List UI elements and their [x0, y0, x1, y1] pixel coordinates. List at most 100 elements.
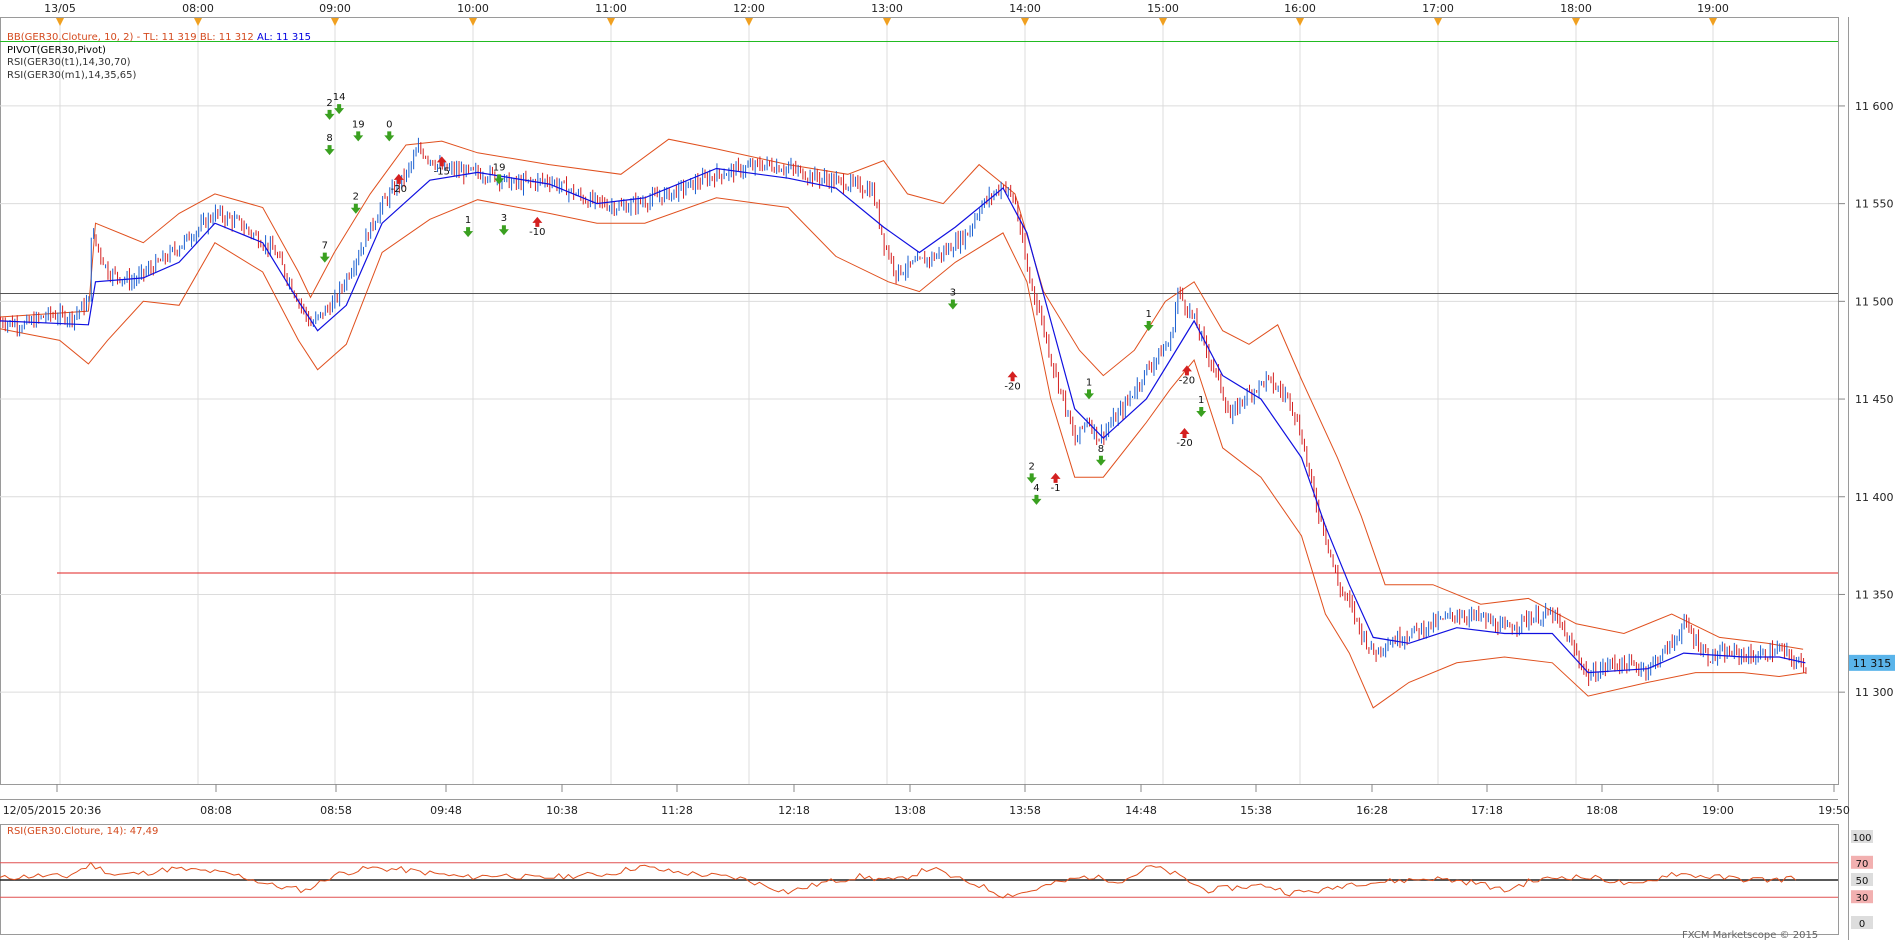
bb-legend-tl: TL: 11 319 — [143, 32, 197, 43]
signal-label: -20 — [391, 184, 407, 195]
signal-label: 1 — [1198, 395, 1204, 406]
sell-arrow-icon — [393, 173, 404, 184]
chart-svg: 14219 08-15 19-2021 3-10731-20-20 11-20824 -1… — [0, 2, 1895, 940]
sell-arrow-icon — [532, 216, 543, 227]
signal-label: 1 — [1086, 377, 1092, 388]
signal-label: 2 — [326, 98, 332, 109]
signal-label: 3 — [950, 287, 956, 298]
grid-layer — [0, 18, 1838, 784]
buy-arrow-icon — [324, 145, 335, 156]
signal-label: -20 — [1176, 438, 1192, 449]
signal-label: 1 — [465, 215, 471, 226]
bb-legend-name: BB(GER30.Cloture, 10, 2) - — [7, 32, 141, 43]
session-marker-icon — [745, 18, 753, 26]
rsi-level-label: 100 — [1852, 833, 1871, 844]
bottom-axis-label: 08:58 — [320, 804, 352, 817]
session-marker-icon — [1021, 18, 1029, 26]
bollinger-layer — [0, 138, 1806, 709]
bottom-axis-label: 19:00 — [1702, 804, 1734, 817]
top-axis-label: 09:00 — [319, 2, 351, 15]
top-axis-label: 12:00 — [733, 2, 765, 15]
bottom-axis-label: 17:18 — [1471, 804, 1503, 817]
top-axis-label: 19:00 — [1697, 2, 1729, 15]
bottom-axis-label: 18:08 — [1586, 804, 1618, 817]
chart-root: 14 2 19 0 8 -15 19 -20 2 1 3 -10 7 3 1 -20 -20 1 1 -20 8 2 4 -1… — [0, 0, 1903, 941]
y-tick-label: 11 550 — [1855, 198, 1894, 211]
signal-label: 4 — [1033, 483, 1039, 494]
top-axis-label: 14:00 — [1009, 2, 1041, 15]
y-tick-label: 11 300 — [1855, 686, 1894, 699]
sell-arrow-icon — [1179, 427, 1190, 438]
signal-label: 8 — [326, 133, 332, 144]
price-badge-label: 11 315 — [1853, 657, 1892, 670]
buy-arrow-icon — [1095, 455, 1106, 466]
buy-arrow-icon — [353, 131, 364, 142]
signal-label: 8 — [1098, 444, 1104, 455]
session-marker-icon — [1709, 18, 1717, 26]
top-axis-label: 08:00 — [182, 2, 214, 15]
bottom-axis-label: 16:28 — [1356, 804, 1388, 817]
sell-arrow-icon — [1050, 472, 1061, 483]
session-marker-icon — [469, 18, 477, 26]
session-marker-icon — [1296, 18, 1304, 26]
buy-arrow-icon — [1084, 389, 1094, 400]
buy-arrow-icon — [498, 225, 509, 236]
rsi-level-label: 30 — [1856, 893, 1869, 904]
rsi-panel-legend: RSI(GER30.Cloture, 14): 47,49 — [7, 826, 159, 837]
signal-label: -10 — [529, 227, 545, 238]
session-marker-icon — [607, 18, 615, 26]
bb-legend: BB(GER30.Cloture, 10, 2) - TL: 11 319 BL… — [7, 32, 311, 44]
y-tick-label: 11 400 — [1855, 491, 1894, 504]
top-axis-label: 16:00 — [1284, 2, 1316, 15]
sell-arrow-icon — [1007, 371, 1018, 382]
top-axis-label: 10:00 — [457, 2, 489, 15]
rsi-m1-legend: RSI(GER30(m1),14,35,65) — [7, 70, 137, 81]
top-axis-label: 13:00 — [871, 2, 903, 15]
signal-label: -15 — [434, 166, 450, 177]
bottom-axis-label: 10:38 — [546, 804, 578, 817]
session-marker-icon — [1572, 18, 1580, 26]
levels-layer — [0, 40, 1838, 574]
signal-label: 7 — [322, 241, 328, 252]
session-marker-icon — [194, 18, 202, 26]
top-axis-label: 13/05 — [44, 2, 76, 15]
session-marker-icon — [1434, 18, 1442, 26]
candles-layer — [0, 137, 1807, 687]
rsi-level-label: 50 — [1856, 876, 1869, 887]
session-marker-icon — [331, 18, 339, 26]
signal-label: 1 — [1146, 309, 1152, 320]
bottom-axis-label: 09:48 — [430, 804, 462, 817]
rsi-level-label: 0 — [1859, 919, 1865, 930]
buy-arrow-icon — [384, 131, 395, 142]
bb-legend-bl: BL: 11 312 — [199, 32, 254, 43]
signals-layer: 14219 08-15 19-2021 3-10731-20-20 11-20824 -1 — [319, 92, 1207, 505]
pivot-legend: PIVOT(GER30,Pivot) — [7, 45, 106, 56]
bb-legend-al: AL: 11 315 — [256, 32, 311, 43]
bottom-axis-label: 12/05/2015 20:36 — [3, 804, 102, 817]
y-tick-label: 11 350 — [1855, 588, 1894, 601]
signal-label: 2 — [1028, 461, 1034, 472]
bottom-axis-label: 13:08 — [894, 804, 926, 817]
price-panel-frame — [0, 17, 1839, 785]
sell-arrow-icon — [1181, 365, 1192, 376]
axes-layer: 11 60011 55011 50011 45011 40011 35011 3… — [3, 2, 1895, 817]
y-tick-label: 11 450 — [1855, 393, 1894, 406]
bottom-axis-label: 15:38 — [1240, 804, 1272, 817]
top-axis-label: 15:00 — [1147, 2, 1179, 15]
y-tick-label: 11 500 — [1855, 295, 1894, 308]
bottom-axis-label: 08:08 — [200, 804, 232, 817]
bottom-axis-label: 14:48 — [1125, 804, 1157, 817]
bottom-axis-label: 12:18 — [778, 804, 810, 817]
bottom-axis-label: 19:50 — [1818, 804, 1850, 817]
session-marker-icon — [883, 18, 891, 26]
rsi-layer: 100 70 50 30 0 — [0, 830, 1873, 930]
rsi-t1-legend: RSI(GER30(t1),14,30,70) — [7, 57, 131, 68]
buy-arrow-icon — [319, 252, 330, 263]
buy-arrow-icon — [463, 227, 474, 238]
top-axis-label: 17:00 — [1422, 2, 1454, 15]
signal-label: -20 — [1179, 375, 1195, 386]
bottom-axis-label: 11:28 — [661, 804, 693, 817]
signal-label: 19 — [352, 119, 365, 130]
signal-label: 2 — [353, 192, 359, 203]
rsi-level-label: 70 — [1856, 859, 1869, 870]
